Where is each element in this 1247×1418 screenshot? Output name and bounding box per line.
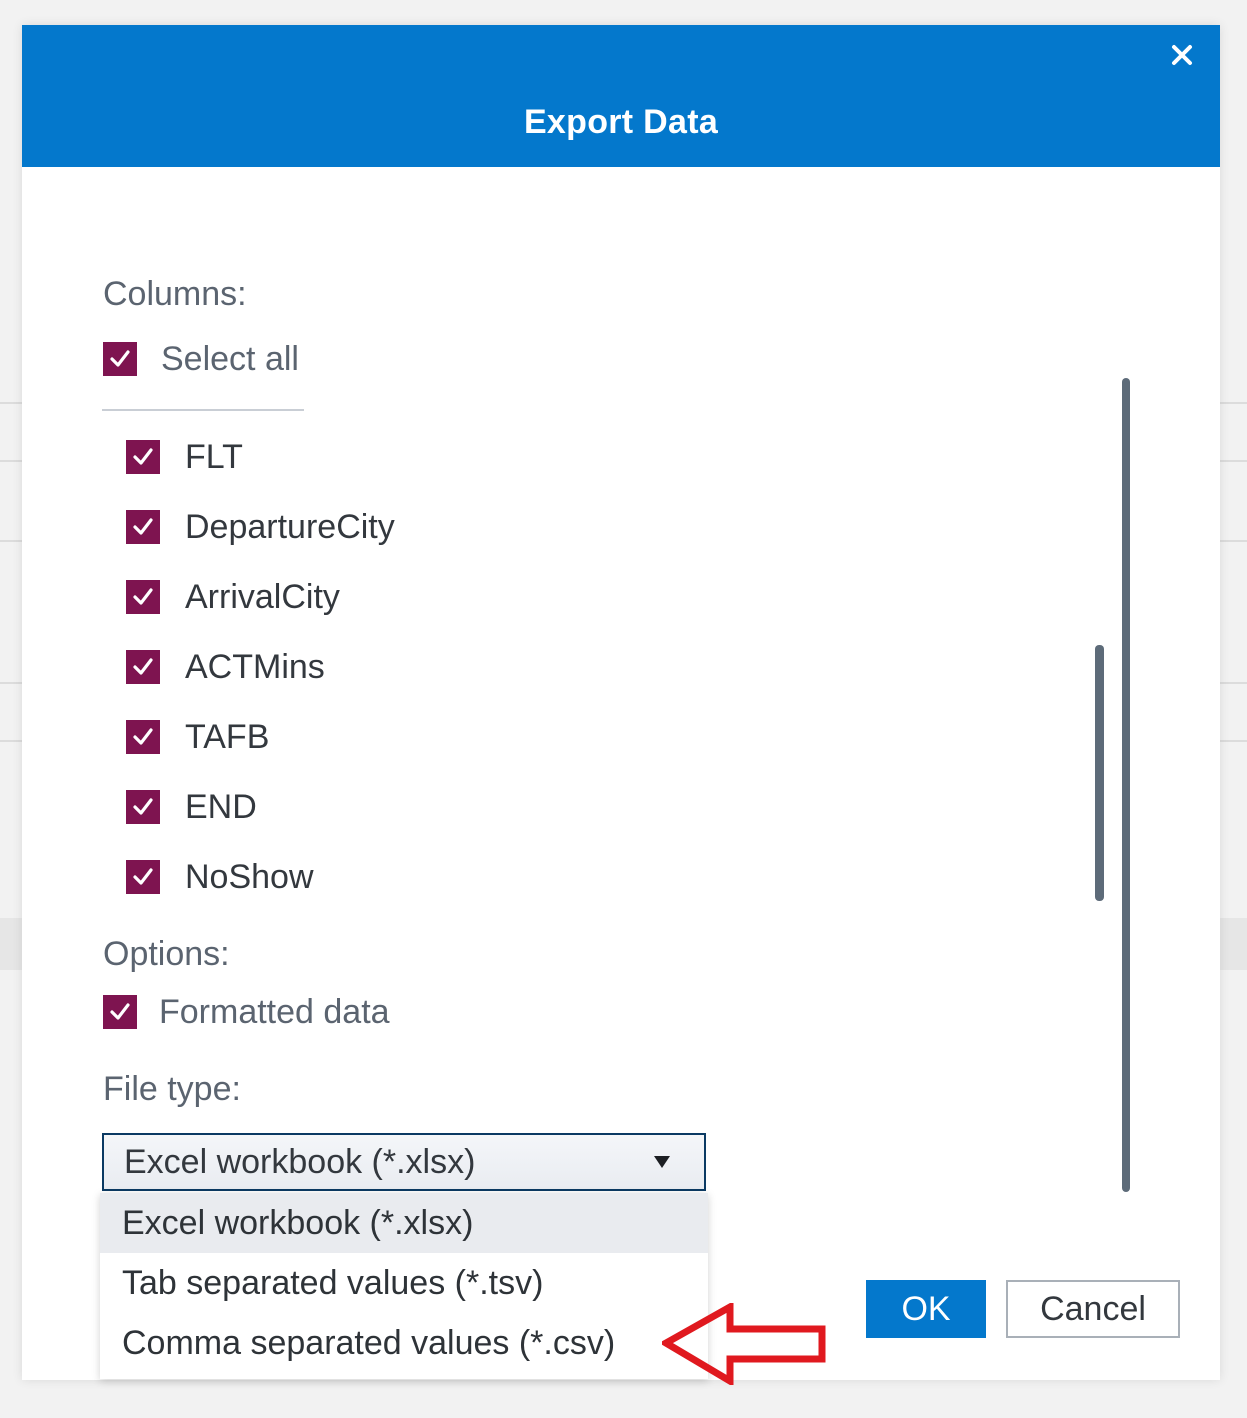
cancel-button[interactable]: Cancel [1006,1280,1180,1338]
formatted-data-label: Formatted data [159,992,390,1031]
select-all-divider [102,409,304,411]
file-type-option-xlsx[interactable]: Excel workbook (*.xlsx) [100,1193,708,1253]
dialog-title: Export Data [523,103,719,141]
column-checkbox-flt[interactable]: FLT [126,437,243,477]
column-checkbox-actmins[interactable]: ACTMins [126,647,325,687]
column-label: FLT [185,437,243,476]
ok-button[interactable]: OK [866,1280,986,1338]
column-label: ACTMins [185,647,325,686]
file-type-select[interactable]: Excel workbook (*.xlsx) [102,1133,706,1191]
checkbox-checked-icon [103,995,137,1029]
file-type-dropdown-list: Excel workbook (*.xlsx) Tab separated va… [100,1193,708,1379]
file-type-option-tsv[interactable]: Tab separated values (*.tsv) [100,1253,708,1313]
checkbox-checked-icon [126,720,160,754]
column-label: END [185,787,257,826]
checkbox-checked-icon [126,860,160,894]
file-type-label: File type: [103,1070,241,1108]
column-checkbox-end[interactable]: END [126,787,257,827]
checkbox-checked-icon [126,510,160,544]
checkbox-checked-icon [126,440,160,474]
column-label: DepartureCity [185,507,395,546]
formatted-data-checkbox[interactable]: Formatted data [103,992,390,1032]
annotation-arrow-icon [662,1303,826,1385]
dialog-header: Export Data [22,25,1220,167]
column-checkbox-departurecity[interactable]: DepartureCity [126,507,395,547]
options-label: Options: [103,935,230,973]
column-checkbox-arrivalcity[interactable]: ArrivalCity [126,577,340,617]
select-all-label: Select all [161,339,299,378]
column-label: NoShow [185,857,314,896]
select-all-checkbox[interactable]: Select all [103,339,299,379]
column-label: TAFB [185,717,270,756]
file-type-selected-value: Excel workbook (*.xlsx) [124,1142,476,1181]
column-checkbox-tafb[interactable]: TAFB [126,717,269,757]
checkbox-checked-icon [126,790,160,824]
close-icon [1172,45,1192,65]
dialog-scrollbar[interactable] [1122,378,1130,1192]
dropdown-arrow-icon [654,1156,670,1168]
columns-scrollbar[interactable] [1095,645,1104,901]
export-data-dialog: Export Data Columns: Select all FLT Depa… [22,25,1220,1385]
close-button[interactable] [1164,37,1200,73]
column-label: ArrivalCity [185,577,340,616]
checkbox-checked-icon [103,342,137,376]
checkbox-checked-icon [126,650,160,684]
column-checkbox-noshow[interactable]: NoShow [126,857,314,897]
file-type-option-csv[interactable]: Comma separated values (*.csv) [100,1313,708,1373]
columns-label: Columns: [103,275,247,313]
checkbox-checked-icon [126,580,160,614]
